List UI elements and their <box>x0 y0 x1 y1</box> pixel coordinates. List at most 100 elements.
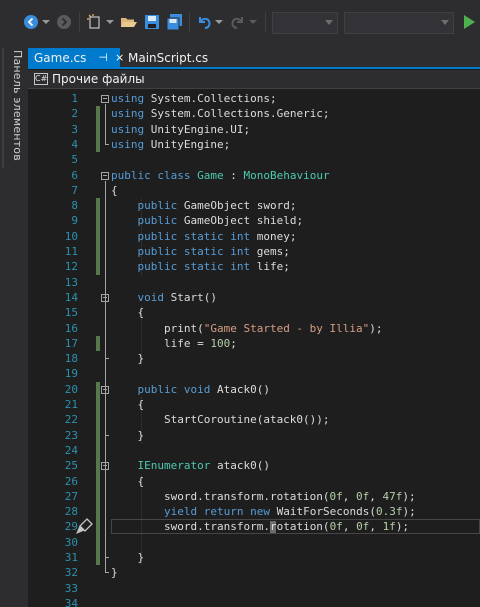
code-line[interactable]: 21 { <box>28 397 480 412</box>
code-line[interactable]: 20 public void Atack0() <box>28 382 480 397</box>
code-text: StartCoroutine(atack0()); <box>111 413 330 427</box>
code-line[interactable]: 16 print("Game Started - by Illia"); <box>28 321 480 336</box>
code-line[interactable]: 34 <box>28 596 480 607</box>
back-icon[interactable] <box>22 12 40 32</box>
line-number: 23 <box>64 428 78 442</box>
project-selector[interactable]: Прочие файлы <box>52 72 145 86</box>
save-all-icon[interactable] <box>166 12 184 32</box>
code-text: sword.transform.rotation(0f, 0f, 1f); <box>111 520 410 534</box>
code-text: public static int life; <box>137 260 290 274</box>
new-item-icon[interactable] <box>86 12 104 32</box>
line-number: 17 <box>64 336 78 350</box>
code-line[interactable]: 19 <box>28 366 480 381</box>
line-number: 29 <box>64 520 78 534</box>
code-text: } <box>111 566 118 580</box>
undo-dropdown-icon[interactable] <box>214 12 224 32</box>
navigation-bar[interactable]: C# Прочие файлы <box>28 70 480 89</box>
code-line[interactable]: 22 StartCoroutine(atack0()); <box>28 412 480 427</box>
line-number: 34 <box>64 596 78 607</box>
code-text: life = 100; <box>111 336 237 350</box>
code-text: using System.Collections; <box>111 92 277 105</box>
line-number: 6 <box>71 168 78 182</box>
tab-game-cs[interactable]: Game.cs ⊣ × <box>28 48 124 67</box>
code-line[interactable]: 27 sword.transform.rotation(0f, 0f, 47f)… <box>28 489 480 504</box>
code-line[interactable]: 14 void Start() <box>28 290 480 305</box>
tab-mainscript-cs[interactable]: MainScript.cs <box>122 48 232 67</box>
code-line[interactable]: 28 yield return new WaitForSeconds(0.3f)… <box>28 504 480 519</box>
forward-icon[interactable] <box>55 12 73 32</box>
code-line[interactable]: 9 public GameObject shield; <box>28 213 480 228</box>
code-line[interactable]: 17 life = 100; <box>28 336 480 351</box>
line-number: 12 <box>64 260 78 274</box>
toolbox-tab[interactable]: Панель элементов <box>4 50 24 161</box>
redo-dropdown-icon[interactable] <box>248 12 258 32</box>
code-line[interactable]: 10 public static int money; <box>28 229 480 244</box>
code-text: } <box>111 551 145 564</box>
code-line[interactable]: 11 public static int gems; <box>28 244 480 259</box>
code-line[interactable]: 32} <box>28 565 480 580</box>
line-number: 30 <box>64 535 78 549</box>
code-line[interactable]: 5 <box>28 152 480 167</box>
pin-icon[interactable]: ⊣ <box>98 51 108 64</box>
back-dropdown-icon[interactable] <box>41 12 51 32</box>
line-number: 26 <box>64 474 78 488</box>
code-line[interactable]: 24 <box>28 443 480 458</box>
code-text: { <box>111 398 145 411</box>
line-number: 3 <box>71 122 78 136</box>
line-number: 28 <box>64 505 78 519</box>
code-text: public static int money; <box>137 229 297 243</box>
code-text: using System.Collections.Generic; <box>111 107 330 121</box>
code-text: print("Game Started - by Illia"); <box>111 321 383 335</box>
code-line[interactable]: 15 { <box>28 305 480 320</box>
code-text: yield return new WaitForSeconds(0.3f); <box>163 505 416 519</box>
line-number: 13 <box>64 275 78 289</box>
line-number: 16 <box>64 321 78 335</box>
code-line[interactable]: 25 IEnumerator atack0() <box>28 458 480 473</box>
new-item-dropdown-icon[interactable] <box>105 12 115 32</box>
line-number: 15 <box>64 306 78 320</box>
open-folder-icon[interactable] <box>120 12 138 32</box>
text-caret <box>269 521 276 534</box>
code-line[interactable]: 3 using UnityEngine.UI; <box>28 122 480 137</box>
line-number: 20 <box>64 382 78 396</box>
code-line[interactable]: 2 using System.Collections.Generic; <box>28 106 480 121</box>
toolbar-separator <box>189 12 190 32</box>
document-tabs: Game.cs ⊣ × MainScript.cs <box>28 44 480 69</box>
code-line[interactable]: 31 } <box>28 550 480 565</box>
line-number: 5 <box>71 153 78 167</box>
code-line[interactable]: 26 { <box>28 474 480 489</box>
save-icon[interactable] <box>143 12 161 32</box>
code-line[interactable]: 12 public static int life; <box>28 259 480 274</box>
start-icon[interactable] <box>460 12 478 32</box>
toolbar-separator <box>265 12 266 32</box>
chevron-down-icon <box>441 20 449 25</box>
code-line[interactable]: 7{ <box>28 183 480 198</box>
redo-icon[interactable] <box>229 12 247 32</box>
code-text: using UnityEngine; <box>111 137 231 151</box>
platform-dropdown[interactable] <box>344 12 454 34</box>
code-line[interactable]: 18 } <box>28 351 480 366</box>
csharp-file-icon: C# <box>34 73 48 85</box>
quick-actions-brush-icon[interactable] <box>76 517 94 539</box>
line-number: 19 <box>64 367 78 381</box>
code-line[interactable]: 1 using System.Collections; <box>28 91 480 106</box>
code-line[interactable]: 6 public class Game : MonoBehaviour <box>28 168 480 183</box>
code-line[interactable]: 4 using UnityEngine; <box>28 137 480 152</box>
code-text: { <box>111 306 145 320</box>
configuration-dropdown[interactable] <box>272 12 338 34</box>
line-number: 22 <box>64 413 78 427</box>
code-text: public void Atack0() <box>137 382 270 396</box>
undo-icon[interactable] <box>195 12 213 32</box>
code-line[interactable]: 33 <box>28 581 480 596</box>
code-line[interactable]: 13 <box>28 275 480 290</box>
code-line[interactable]: 29 sword.transform.rotation(0f, 0f, 1f); <box>28 519 480 534</box>
code-line[interactable]: 30 <box>28 535 480 550</box>
code-line[interactable]: 8 public GameObject sword; <box>28 198 480 213</box>
code-line[interactable]: 23 } <box>28 428 480 443</box>
line-number: 31 <box>64 551 78 564</box>
code-text: } <box>111 352 145 366</box>
main-toolbar <box>0 0 480 44</box>
line-number: 10 <box>64 229 78 243</box>
code-text: public GameObject sword; <box>137 199 297 213</box>
code-editor[interactable]: 1 using System.Collections; 2 using System.… <box>28 90 480 607</box>
